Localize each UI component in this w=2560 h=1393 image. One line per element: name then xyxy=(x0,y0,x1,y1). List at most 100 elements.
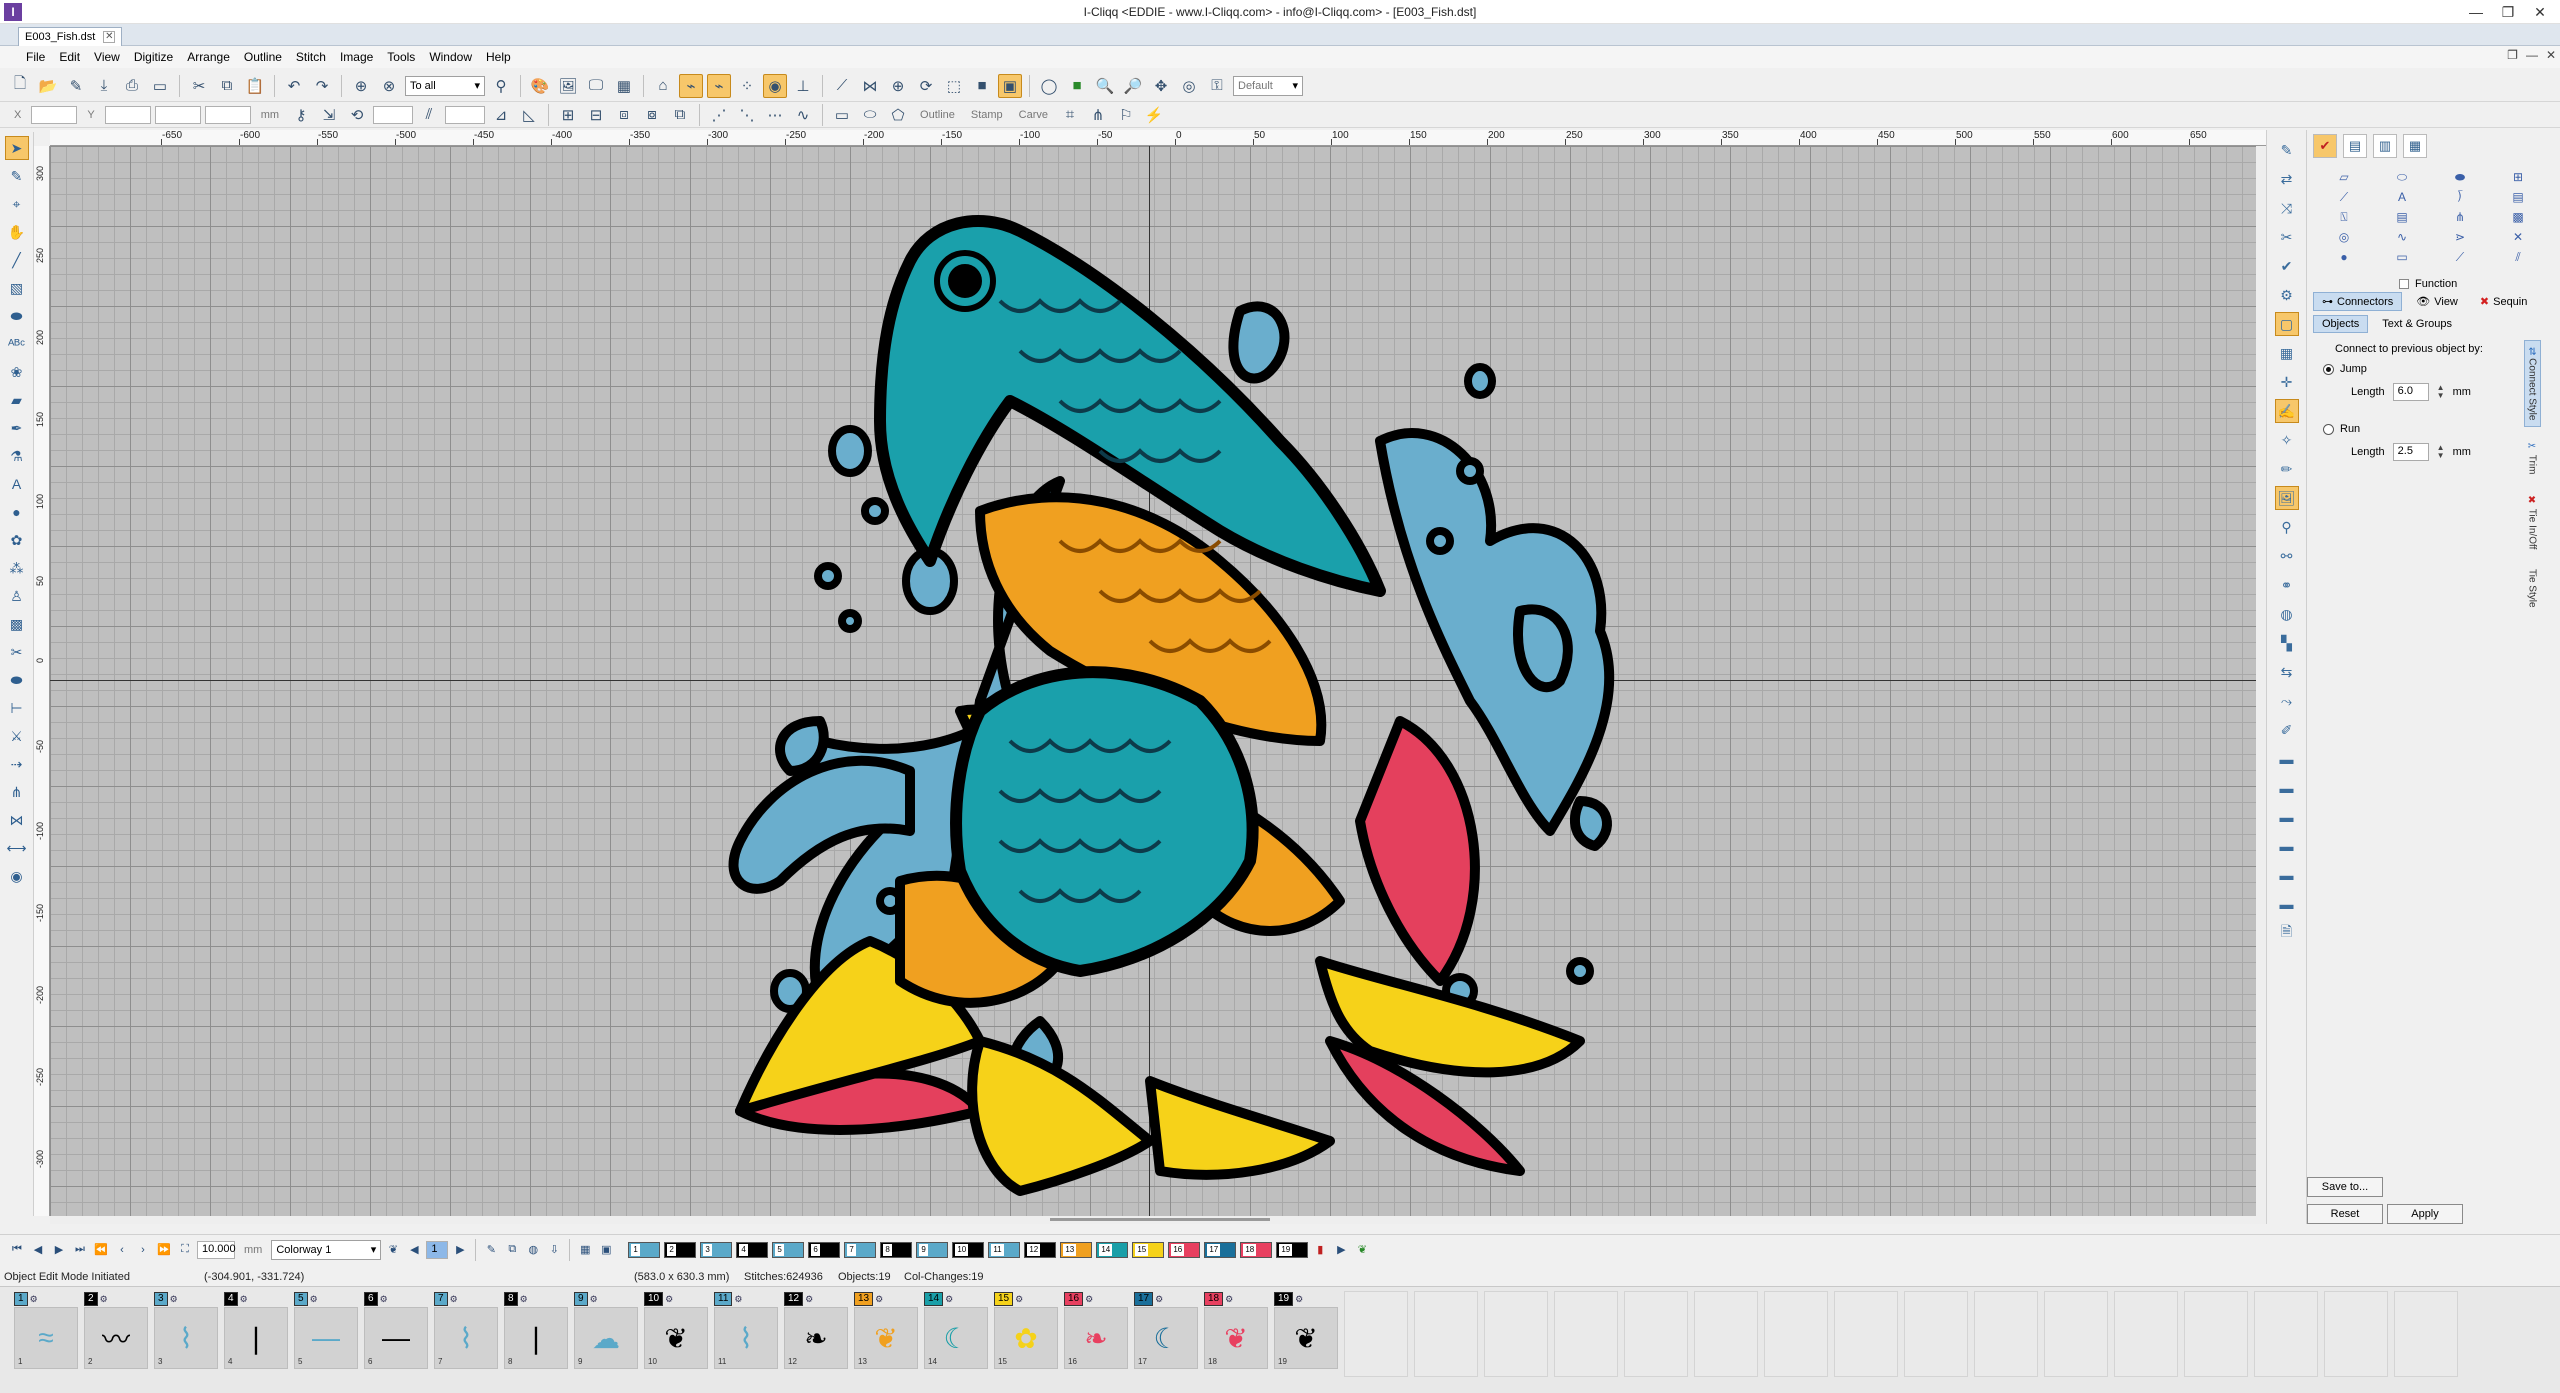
radial-icon[interactable]: ▤ xyxy=(2379,210,2425,228)
x-input[interactable] xyxy=(31,105,78,124)
branch-icon[interactable]: ⋔ xyxy=(5,780,29,804)
object-settings-icon[interactable]: ⚙ xyxy=(805,1294,813,1305)
props-layout-icon[interactable]: ▦ xyxy=(2403,134,2427,158)
color-swatch[interactable]: 14 xyxy=(1096,1241,1129,1258)
color-square-icon[interactable]: ■ xyxy=(1065,74,1089,98)
snap-icon[interactable]: ⌗ xyxy=(1058,103,1082,127)
height-input[interactable] xyxy=(204,105,251,124)
frame-icon[interactable]: ⬚ xyxy=(942,74,966,98)
slant-input[interactable] xyxy=(445,105,486,124)
object-thumbnail[interactable]: 14 ⚙ ☾ 14 xyxy=(924,1291,988,1377)
pen-icon[interactable]: ✒ xyxy=(5,416,29,440)
menu-file[interactable]: File xyxy=(26,50,45,64)
menu-stitch[interactable]: Stitch xyxy=(296,50,326,64)
object-settings-icon[interactable]: ⚙ xyxy=(1295,1294,1303,1305)
object-thumbnail[interactable]: 3 ⚙ ⌇ 3 xyxy=(154,1291,218,1377)
wave-icon[interactable]: ∿ xyxy=(2379,230,2425,248)
object-thumbnail[interactable]: 8 ⚙ ❘ 8 xyxy=(504,1291,568,1377)
doc-tab-e003-fish[interactable]: E003_Fish.dst ✕ xyxy=(18,27,123,46)
color-swatch[interactable]: 12 xyxy=(1024,1241,1057,1258)
object-settings-icon[interactable]: ⚙ xyxy=(1225,1294,1233,1305)
function-checkbox[interactable] xyxy=(2399,279,2409,289)
new-file-icon[interactable]: 🗋 xyxy=(8,74,32,98)
magnet-icon[interactable]: ⋔ xyxy=(1086,103,1110,127)
jump-option[interactable]: Jump xyxy=(2313,359,2513,379)
show-stitches-icon[interactable]: ⌁ xyxy=(679,73,703,98)
shape-poly-icon[interactable]: ⬠ xyxy=(886,103,910,127)
select-arrow-icon[interactable]: ➤ xyxy=(4,136,29,160)
lines-icon[interactable]: ⫽ xyxy=(2495,250,2541,268)
color-swatch[interactable]: 10 xyxy=(952,1241,985,1258)
object-thumbnail[interactable]: 2 ⚙ 〰 2 xyxy=(84,1291,148,1377)
object-settings-icon[interactable]: ⚙ xyxy=(240,1294,248,1305)
object-settings-icon[interactable]: ⚙ xyxy=(1155,1294,1163,1305)
tab-connectors[interactable]: ⊶ Connectors xyxy=(2313,292,2403,311)
bar6-icon[interactable]: ▬ xyxy=(2275,892,2299,916)
network-icon[interactable]: ⋈ xyxy=(858,74,882,98)
x-cross-icon[interactable]: ✕ xyxy=(2495,230,2541,248)
copy-icon[interactable]: ⧉ xyxy=(215,74,239,98)
view-eye-icon[interactable]: ◉ xyxy=(5,864,29,888)
apply-to-select[interactable]: To all ▾ xyxy=(405,75,485,96)
zoom-out-icon[interactable]: 🔎 xyxy=(1121,74,1145,98)
color-swatch[interactable]: 17 xyxy=(1204,1241,1237,1258)
menu-edit[interactable]: Edit xyxy=(59,50,80,64)
convert-icon[interactable]: ⤨ xyxy=(2275,196,2299,220)
menu-help[interactable]: Help xyxy=(486,50,511,64)
side-tab-trim[interactable]: ✂ Trim xyxy=(2525,435,2540,480)
globe-icon[interactable]: ◍ xyxy=(2275,602,2299,626)
object-thumbnail[interactable]: 18 ⚙ ❦ 18 xyxy=(1204,1291,1268,1377)
break-apart-icon[interactable]: ⧉ xyxy=(668,103,692,127)
node-icon[interactable]: ⋰ xyxy=(707,103,731,127)
color-swatch[interactable]: 8 xyxy=(880,1241,913,1258)
tab-text-groups[interactable]: Text & Groups xyxy=(2374,315,2460,333)
mdi-minimize-button[interactable]: — xyxy=(2526,48,2538,62)
koi-fish-design[interactable] xyxy=(680,181,1630,1201)
trim-tool-icon[interactable]: ⊢ xyxy=(5,696,29,720)
group-icon[interactable]: ⧈ xyxy=(612,103,636,127)
object-settings-icon[interactable]: ⚙ xyxy=(170,1294,178,1305)
spinner-icon[interactable]: ▲ ▼ xyxy=(2437,384,2445,400)
side-tab-tie-in-off[interactable]: ✖ Tie In/Off xyxy=(2525,489,2540,555)
object-thumbnail[interactable]: 6 ⚙ —6 xyxy=(364,1291,428,1377)
scissors-icon[interactable]: ✂ xyxy=(5,640,29,664)
picture-icon[interactable]: 🖼 xyxy=(2274,486,2299,510)
box-icon[interactable]: ▭ xyxy=(2379,250,2425,268)
maximize-button[interactable]: ❐ xyxy=(2492,0,2524,24)
page-next-icon[interactable]: ▶ xyxy=(451,1241,469,1259)
eye-icon[interactable]: ◎ xyxy=(1177,74,1201,98)
cluster-icon[interactable]: ⁂ xyxy=(5,556,29,580)
paint-icon[interactable]: ✏ xyxy=(2275,457,2299,481)
contour-icon[interactable]: ⋔ xyxy=(2437,210,2483,228)
last-page-icon[interactable]: ⏭ xyxy=(71,1241,89,1259)
knife-icon[interactable]: ⚔ xyxy=(5,724,29,748)
menu-tools[interactable]: Tools xyxy=(387,50,415,64)
spinner-icon[interactable]: ▲ ▼ xyxy=(2437,444,2445,460)
undo-icon[interactable]: ↶ xyxy=(282,74,306,98)
circle-select-icon[interactable]: ◯ xyxy=(1037,74,1061,98)
reset-button[interactable]: Reset xyxy=(2307,1204,2383,1224)
object-settings-icon[interactable]: ⚙ xyxy=(590,1294,598,1305)
tab-sequin[interactable]: ✖ Sequin xyxy=(2472,292,2535,311)
doc-tab-close-icon[interactable]: ✕ xyxy=(103,31,116,43)
run-option[interactable]: Run xyxy=(2313,419,2513,439)
object-thumbnail[interactable]: 5 ⚙ —5 xyxy=(294,1291,358,1377)
fit-icon[interactable]: ⛶ xyxy=(176,1241,194,1259)
shape-icon[interactable]: ▰ xyxy=(5,388,29,412)
color-swatch[interactable]: 1 xyxy=(628,1241,661,1258)
copy-colors-icon[interactable]: ⧉ xyxy=(503,1241,521,1259)
stamp-label[interactable]: Stamp xyxy=(965,109,1009,121)
needle-icon[interactable]: ⟋ xyxy=(830,74,854,98)
node-smooth-icon[interactable]: ∿ xyxy=(791,103,815,127)
object-settings-icon[interactable]: ⚙ xyxy=(380,1294,388,1305)
object-settings-icon[interactable]: ⚙ xyxy=(520,1294,528,1305)
step-forward-icon[interactable]: › xyxy=(134,1241,152,1259)
gradient-icon[interactable]: ▤ xyxy=(2495,190,2541,208)
connect-icon[interactable]: ⚯ xyxy=(2275,544,2299,568)
object-thumbnail[interactable]: 11 ⚙ ⌇ 11 xyxy=(714,1291,778,1377)
slash-icon[interactable]: ⟋ xyxy=(2437,250,2483,268)
print-icon[interactable]: ⎙ xyxy=(120,74,144,98)
next-icon[interactable]: ▶ xyxy=(50,1241,68,1259)
bar5-icon[interactable]: ▬ xyxy=(2275,863,2299,887)
paste-icon[interactable]: 📋 xyxy=(243,74,267,98)
